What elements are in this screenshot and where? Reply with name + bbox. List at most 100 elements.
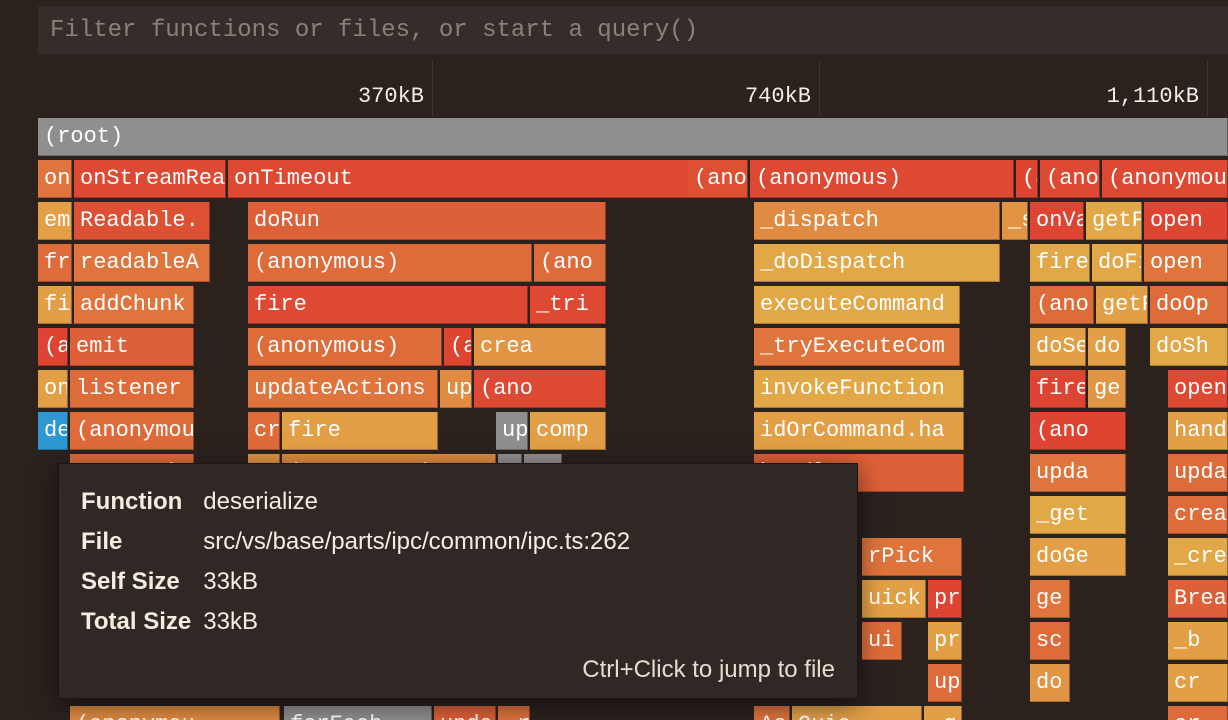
flame-cell[interactable]: open: [1168, 370, 1228, 408]
flame-row: de(anonymou crfire upcomp idOrCommand.ha (an…: [38, 412, 1228, 452]
flame-cell[interactable]: ge: [1030, 580, 1070, 618]
flame-cell[interactable]: (anonymous): [750, 160, 1014, 198]
flame-cell[interactable]: listener: [70, 370, 194, 408]
flame-cell[interactable]: doSe: [1030, 328, 1086, 366]
flame-row: ononStreamReaonTimeout(ano(anonymous)(a(…: [38, 160, 1228, 200]
flame-cell[interactable]: cr: [1168, 706, 1228, 720]
tooltip-value: src/vs/base/parts/ipc/common/ipc.ts:262: [203, 522, 642, 562]
flame-cell[interactable]: _r: [498, 706, 530, 720]
size-ruler: 370kB740kB1,110kB: [0, 60, 1228, 116]
flame-cell[interactable]: _s: [1002, 202, 1028, 240]
flame-cell[interactable]: pr: [928, 580, 962, 618]
flame-cell[interactable]: (anonymous): [248, 328, 442, 366]
flame-cell[interactable]: (anonymou: [70, 706, 280, 720]
flame-cell[interactable]: _doDispatch: [754, 244, 1000, 282]
flame-cell[interactable]: uick: [862, 580, 926, 618]
flame-cell[interactable]: cr: [248, 412, 280, 450]
flame-cell[interactable]: rPick: [862, 538, 962, 576]
flame-cell[interactable]: doGe: [1030, 538, 1126, 576]
tooltip-value: 33kB: [203, 602, 642, 642]
flame-row: fiaddChunk fire_tri executeCommand (anogetF…: [38, 286, 1228, 326]
flame-row: (root): [38, 118, 1228, 158]
flame-cell[interactable]: (ano: [1030, 286, 1094, 324]
flame-cell[interactable]: on: [38, 370, 68, 408]
flame-cell[interactable]: pr: [928, 622, 962, 660]
flame-cell[interactable]: onStreamRea: [74, 160, 226, 198]
flame-cell[interactable]: (ano: [474, 370, 606, 408]
flame-cell[interactable]: crea: [1168, 496, 1228, 534]
flame-cell[interactable]: _get: [1030, 496, 1126, 534]
flame-cell[interactable]: cr: [1168, 664, 1228, 702]
flame-cell[interactable]: doFi: [1092, 244, 1142, 282]
tooltip-value: deserialize: [203, 482, 642, 522]
flame-cell[interactable]: up: [496, 412, 528, 450]
flame-cell[interactable]: (ano: [688, 160, 748, 198]
flame-cell[interactable]: sc: [1030, 622, 1070, 660]
flame-cell[interactable]: invokeFunction: [754, 370, 964, 408]
flame-cell[interactable]: _dispatch: [754, 202, 1000, 240]
flame-cell[interactable]: ui: [862, 622, 902, 660]
flame-cell[interactable]: upda: [1168, 454, 1228, 492]
flame-cell[interactable]: (ano: [1040, 160, 1100, 198]
flame-cell[interactable]: fire: [282, 412, 438, 450]
flame-cell[interactable]: (anonymous): [248, 244, 532, 282]
flame-cell[interactable]: up: [928, 664, 962, 702]
flame-cell[interactable]: getF: [1086, 202, 1142, 240]
flame-cell[interactable]: fire: [1030, 370, 1086, 408]
flame-cell[interactable]: onVa: [1030, 202, 1084, 240]
flame-cell[interactable]: on: [38, 160, 72, 198]
flame-cell[interactable]: upda: [434, 706, 496, 720]
flame-row: frreadableA (anonymous)(ano _doDispatch fir…: [38, 244, 1228, 284]
flame-cell[interactable]: executeCommand: [754, 286, 960, 324]
flame-cell[interactable]: readableA: [74, 244, 210, 282]
filter-input[interactable]: [50, 17, 1216, 44]
tooltip-key: Function: [81, 482, 203, 522]
flame-cell[interactable]: updateActions: [248, 370, 438, 408]
flame-cell[interactable]: _tryExecuteCom: [754, 328, 960, 366]
flame-cell[interactable]: Readable.: [74, 202, 210, 240]
flame-cell[interactable]: _tri: [530, 286, 606, 324]
flame-cell[interactable]: upda: [1030, 454, 1126, 492]
flame-cell[interactable]: _cre: [1168, 538, 1228, 576]
flame-cell[interactable]: Brea: [1168, 580, 1228, 618]
flame-cell[interactable]: getF: [1096, 286, 1148, 324]
flame-cell[interactable]: (anonymou: [1102, 160, 1228, 198]
flame-cell[interactable]: crea: [474, 328, 606, 366]
flame-cell[interactable]: emit: [70, 328, 194, 366]
flame-cell[interactable]: (anonymou: [70, 412, 194, 450]
flame-row: (aemit(anonymous)(acrea_tryExecuteComdoS…: [38, 328, 1228, 368]
flame-cell[interactable]: open: [1144, 202, 1228, 240]
flame-cell[interactable]: onTimeout: [228, 160, 740, 198]
flame-cell[interactable]: fr: [38, 244, 72, 282]
flame-cell[interactable]: doSh: [1150, 328, 1228, 366]
flame-cell[interactable]: (ano: [534, 244, 606, 282]
flame-cell[interactable]: doOp: [1150, 286, 1228, 324]
flame-cell[interactable]: do: [1030, 664, 1070, 702]
flame-cell[interactable]: Quic: [792, 706, 922, 720]
flame-cell[interactable]: fi: [38, 286, 72, 324]
flame-cell[interactable]: comp: [530, 412, 606, 450]
flame-cell[interactable]: addChunk: [74, 286, 194, 324]
flame-cell[interactable]: (a: [444, 328, 472, 366]
flame-cell[interactable]: hand: [1168, 412, 1228, 450]
flame-cell[interactable]: _b: [1168, 622, 1228, 660]
flame-cell[interactable]: _g: [924, 706, 962, 720]
flame-cell[interactable]: ge: [1088, 370, 1126, 408]
flame-cell[interactable]: idOrCommand.ha: [754, 412, 964, 450]
flame-cell[interactable]: doRun: [248, 202, 606, 240]
flame-cell[interactable]: (a: [38, 328, 68, 366]
flame-cell[interactable]: open: [1144, 244, 1228, 282]
flame-cell[interactable]: fire: [248, 286, 528, 324]
flame-cell[interactable]: (root): [38, 118, 1228, 156]
flame-cell[interactable]: up: [440, 370, 472, 408]
flame-cell[interactable]: forEach: [284, 706, 432, 720]
flame-cell[interactable]: fire: [1030, 244, 1090, 282]
flame-cell[interactable]: (a: [1016, 160, 1038, 198]
ruler-tick-label: 1,110kB: [1107, 84, 1207, 109]
hover-tooltip: FunctiondeserializeFilesrc/vs/base/parts…: [58, 463, 858, 699]
flame-cell[interactable]: do: [1088, 328, 1126, 366]
flame-cell[interactable]: em: [38, 202, 72, 240]
flame-cell[interactable]: de: [38, 412, 68, 450]
flame-cell[interactable]: Ac: [754, 706, 790, 720]
flame-cell[interactable]: (ano: [1030, 412, 1126, 450]
